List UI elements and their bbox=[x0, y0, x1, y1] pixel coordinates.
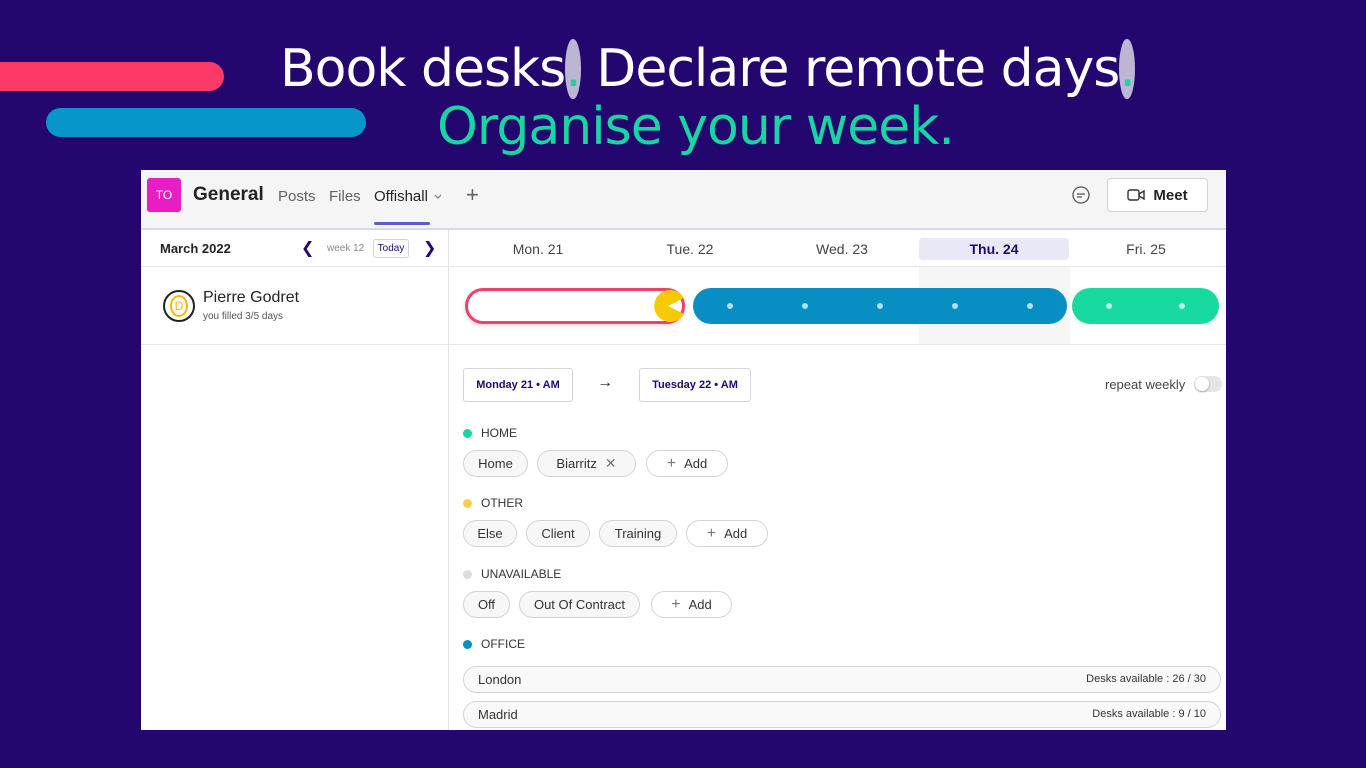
calendar-header: March 2022 ❮ week 12 Today ❯ Mon. 21 Tue… bbox=[141, 230, 1226, 267]
home-dot-icon bbox=[463, 428, 472, 438]
week-number: week 12 bbox=[327, 243, 365, 254]
previous-week-icon[interactable]: ❮ bbox=[301, 238, 314, 258]
repeat-weekly-label: repeat weekly bbox=[1105, 377, 1186, 392]
other-dot-icon bbox=[463, 498, 472, 508]
section-other-title: OTHER bbox=[463, 496, 523, 510]
chip-off[interactable]: Off bbox=[463, 591, 510, 618]
office-dot-icon bbox=[463, 639, 472, 649]
today-button[interactable]: Today bbox=[373, 239, 409, 258]
tab-offishall-label: Offishall bbox=[374, 188, 428, 205]
meet-button[interactable]: Meet bbox=[1107, 178, 1208, 212]
day-header-tue[interactable]: Tue. 22 bbox=[615, 241, 765, 257]
decorative-pink-stripe bbox=[0, 62, 224, 91]
office-row-madrid[interactable]: Madrid Desks available : 9 / 10 bbox=[463, 701, 1221, 728]
start-date-button[interactable]: Monday 21 • AM bbox=[463, 368, 573, 402]
repeat-weekly-toggle[interactable] bbox=[1194, 376, 1222, 392]
team-avatar[interactable]: TO bbox=[147, 178, 181, 212]
chip-out-of-contract[interactable]: Out Of Contract bbox=[519, 591, 640, 618]
channel-name: General bbox=[193, 184, 264, 205]
hero-banner: Book desks. Declare remote days. Organis… bbox=[0, 0, 1366, 170]
section-unavailable-title: UNAVAILABLE bbox=[463, 567, 561, 581]
tab-posts[interactable]: Posts bbox=[278, 188, 316, 205]
chip-client[interactable]: Client bbox=[526, 520, 590, 547]
desks-available: Desks available : 26 / 30 bbox=[1086, 673, 1206, 685]
end-date-button[interactable]: Tuesday 22 • AM bbox=[639, 368, 751, 402]
meet-label: Meet bbox=[1153, 186, 1188, 204]
office-name: Madrid bbox=[478, 707, 518, 722]
day-header-thu[interactable]: Thu. 24 bbox=[919, 238, 1069, 260]
day-header-wed[interactable]: Wed. 23 bbox=[767, 241, 917, 257]
office-name: London bbox=[478, 672, 522, 687]
section-home-title: HOME bbox=[463, 426, 517, 440]
headline: Book desks. Declare remote days. bbox=[280, 39, 1136, 99]
tab-offishall[interactable]: Offishall bbox=[374, 188, 443, 205]
chip-biarritz[interactable]: Biarritz ✕ bbox=[537, 450, 636, 477]
user-avatar: D bbox=[163, 290, 195, 322]
office-row-london[interactable]: London Desks available : 26 / 30 bbox=[463, 666, 1221, 693]
plus-icon: + bbox=[671, 595, 681, 613]
add-other-button[interactable]: + Add bbox=[686, 520, 768, 547]
timeline-office-pill[interactable] bbox=[693, 288, 1067, 324]
chip-home[interactable]: Home bbox=[463, 450, 528, 477]
chip-else[interactable]: Else bbox=[463, 520, 517, 547]
user-name: Pierre Godret bbox=[203, 289, 300, 306]
chip-training[interactable]: Training bbox=[599, 520, 677, 547]
remove-icon[interactable]: ✕ bbox=[605, 455, 617, 472]
desks-available: Desks available : 9 / 10 bbox=[1092, 708, 1206, 720]
subheadline: Organise your week. bbox=[437, 97, 955, 157]
add-home-button[interactable]: + Add bbox=[646, 450, 728, 477]
decorative-blue-stripe bbox=[46, 108, 366, 137]
plus-icon: + bbox=[706, 524, 717, 542]
day-header-fri[interactable]: Fri. 25 bbox=[1071, 241, 1221, 257]
active-tab-indicator bbox=[374, 222, 430, 225]
add-unavailable-button[interactable]: + Add bbox=[651, 591, 732, 618]
user-fill-status: you filled 3/5 days bbox=[203, 311, 284, 322]
tab-files[interactable]: Files bbox=[329, 188, 361, 205]
video-camera-icon bbox=[1127, 189, 1146, 201]
teams-app-window: TO General Posts Files Offishall + Meet … bbox=[141, 170, 1226, 730]
section-office-title: OFFICE bbox=[463, 637, 525, 651]
add-tab-icon[interactable]: + bbox=[466, 182, 479, 208]
channel-header: TO General Posts Files Offishall + Meet bbox=[141, 170, 1226, 230]
arrow-right-icon: → bbox=[597, 374, 613, 391]
day-header-mon[interactable]: Mon. 21 bbox=[463, 241, 613, 257]
unavailable-dot-icon bbox=[463, 569, 472, 579]
next-week-icon[interactable]: ❯ bbox=[423, 238, 436, 258]
conversation-icon[interactable] bbox=[1071, 185, 1091, 205]
chevron-down-icon bbox=[434, 194, 442, 199]
timeline-home-pill[interactable] bbox=[1072, 288, 1219, 324]
drag-handle-icon[interactable] bbox=[651, 289, 685, 323]
month-label: March 2022 bbox=[160, 241, 231, 256]
plus-icon: + bbox=[666, 454, 677, 472]
